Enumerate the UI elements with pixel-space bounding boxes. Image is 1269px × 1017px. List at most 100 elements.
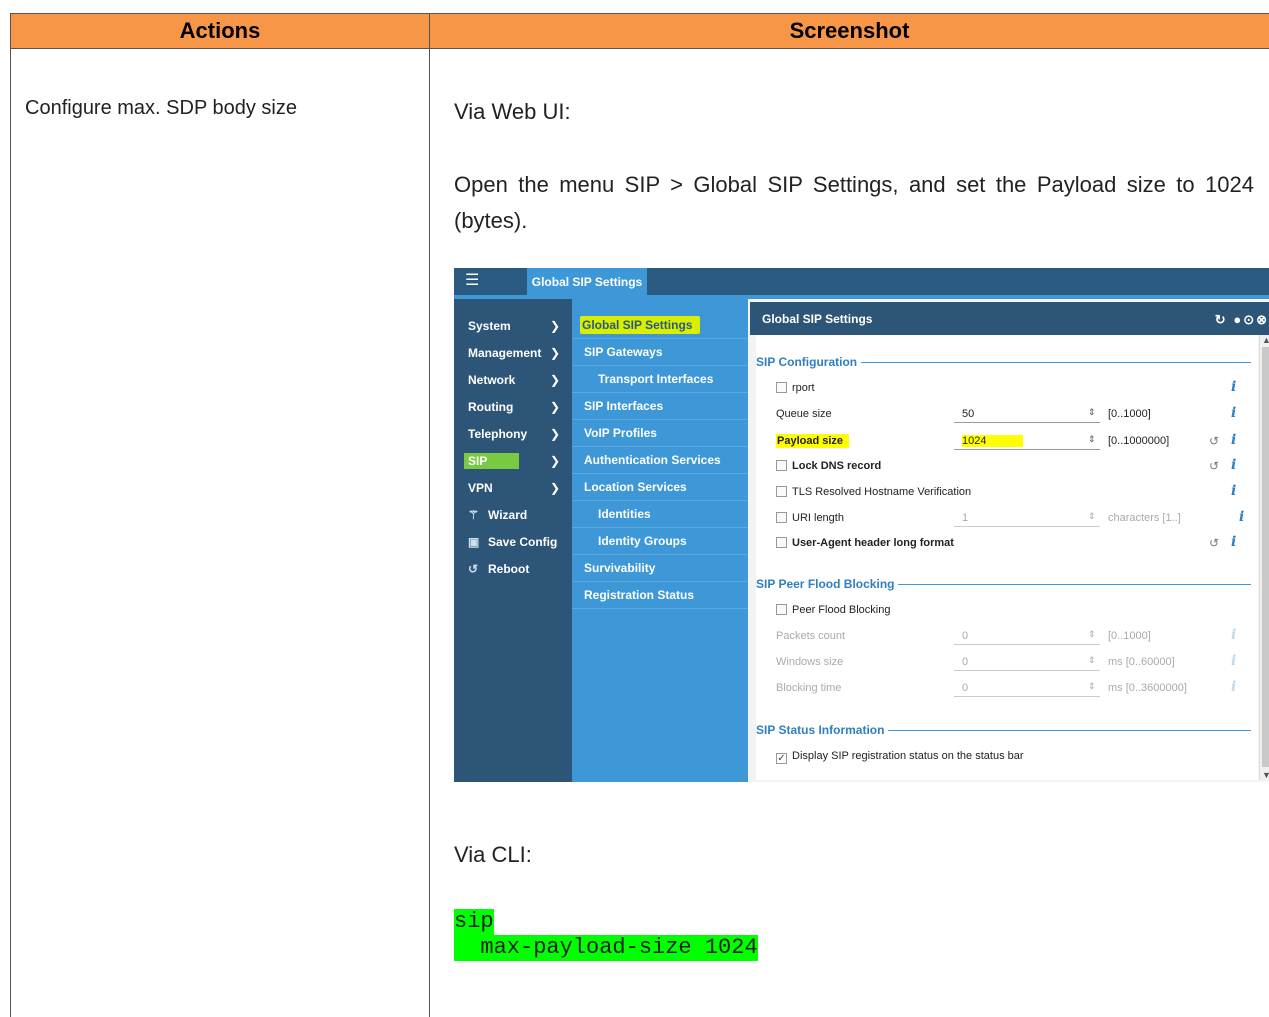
restore-icon[interactable]: ⊙ bbox=[1243, 312, 1256, 327]
ua-long-label[interactable]: User-Agent header long format bbox=[776, 537, 954, 549]
para-web-ui: Via Web UI: bbox=[454, 99, 571, 124]
info-icon[interactable]: i bbox=[1231, 379, 1236, 395]
uri-length-input[interactable]: 1 bbox=[954, 509, 1100, 527]
spinner-icon[interactable]: ⇕ bbox=[1088, 434, 1096, 445]
chevron-right-icon: ❯ bbox=[550, 345, 561, 360]
minimize-icon[interactable]: ● bbox=[1233, 312, 1243, 327]
cli-line-2: max-payload-size 1024 bbox=[454, 935, 758, 961]
info-icon[interactable]: i bbox=[1231, 534, 1236, 550]
display-status-label[interactable]: ✓ Display SIP registration status on the … bbox=[776, 750, 1024, 764]
reset-icon[interactable]: ↺ bbox=[1209, 459, 1219, 473]
uri-length-checkbox[interactable] bbox=[776, 512, 787, 523]
actions-cell: Configure max. SDP body size bbox=[11, 49, 430, 1017]
nav-system[interactable]: System ❯ bbox=[468, 312, 568, 339]
section-status-information: SIP Status Information bbox=[756, 723, 1251, 737]
field-label: Peer Flood Blocking bbox=[792, 604, 891, 616]
nav-identity-groups[interactable]: Identity Groups bbox=[572, 528, 748, 555]
nav-wizard[interactable]: ⚚ Wizard bbox=[468, 501, 568, 528]
tab-global-sip-settings[interactable]: Global SIP Settings bbox=[527, 268, 647, 295]
nav-label: Location Services bbox=[584, 480, 687, 494]
nav-identities[interactable]: Identities bbox=[572, 501, 748, 528]
nav-survivability[interactable]: Survivability bbox=[572, 555, 748, 582]
rport-checkbox[interactable] bbox=[776, 382, 787, 393]
nav-reboot[interactable]: ↺ Reboot bbox=[468, 555, 568, 582]
nav-label: Survivability bbox=[584, 561, 656, 575]
nav-transport-interfaces[interactable]: Transport Interfaces bbox=[572, 366, 748, 393]
info-icon[interactable]: i bbox=[1231, 405, 1236, 421]
blocking-time-input[interactable]: 0 bbox=[954, 679, 1100, 697]
hamburger-icon[interactable]: ☰ bbox=[465, 273, 479, 289]
field-label: Display SIP registration status on the s… bbox=[792, 750, 1024, 762]
action-text: Configure max. SDP body size bbox=[25, 97, 297, 119]
screenshot-cell: Via Web UI: Open the menu SIP > Global S… bbox=[430, 49, 1269, 1017]
nav-label: Identities bbox=[598, 507, 651, 521]
uri-length-label[interactable]: URI length bbox=[776, 512, 844, 524]
info-icon[interactable]: i bbox=[1231, 653, 1236, 669]
ui-topbar: ☰ Global SIP Settings bbox=[454, 268, 1269, 295]
info-icon[interactable]: i bbox=[1231, 432, 1236, 448]
reset-icon[interactable]: ↺ bbox=[1209, 434, 1219, 448]
instruction-table: Actions Screenshot Configure max. SDP bo… bbox=[10, 13, 1269, 1017]
header-screenshot: Screenshot bbox=[430, 14, 1269, 49]
nav-sip[interactable]: SIP ❯ bbox=[464, 447, 568, 474]
nav-network[interactable]: Network ❯ bbox=[468, 366, 568, 393]
nav-sip-interfaces[interactable]: SIP Interfaces bbox=[572, 393, 748, 420]
chevron-up-icon[interactable]: ▲ bbox=[1262, 335, 1269, 345]
nav-label: Registration Status bbox=[584, 588, 695, 602]
peer-flood-label[interactable]: Peer Flood Blocking bbox=[776, 604, 890, 616]
nav-telephony[interactable]: Telephony ❯ bbox=[468, 420, 568, 447]
close-icon[interactable]: ⊗ bbox=[1256, 312, 1269, 327]
web-ui-screenshot: ☰ Global SIP Settings System ❯ Management… bbox=[454, 268, 1269, 782]
section-label: SIP Peer Flood Blocking bbox=[756, 577, 899, 591]
tls-checkbox[interactable] bbox=[776, 486, 787, 497]
scroll-thumb[interactable] bbox=[1262, 347, 1269, 767]
info-icon[interactable]: i bbox=[1231, 483, 1236, 499]
lock-dns-checkbox[interactable] bbox=[776, 460, 787, 471]
payload-size-input[interactable]: 1024 bbox=[954, 432, 1100, 450]
windows-size-input[interactable]: 0 bbox=[954, 653, 1100, 671]
info-icon[interactable]: i bbox=[1231, 457, 1236, 473]
para-instructions: Open the menu SIP > Global SIP Settings,… bbox=[454, 172, 1254, 233]
rport-label[interactable]: rport bbox=[776, 382, 815, 394]
nav-global-sip-settings[interactable]: Global SIP Settings bbox=[572, 312, 748, 339]
info-icon[interactable]: i bbox=[1231, 679, 1236, 695]
spinner-icon[interactable]: ⇕ bbox=[1088, 511, 1096, 522]
nav-label: Wizard bbox=[488, 507, 528, 522]
wand-icon: ⚚ bbox=[468, 507, 479, 522]
chevron-down-icon[interactable]: ▼ bbox=[1262, 770, 1269, 780]
section-label: SIP Configuration bbox=[756, 355, 862, 369]
info-icon[interactable]: i bbox=[1231, 627, 1236, 643]
nav-sip-gateways[interactable]: SIP Gateways bbox=[572, 339, 748, 366]
refresh-icon[interactable]: ↻ bbox=[1215, 312, 1228, 327]
nav-label: Authentication Services bbox=[584, 453, 721, 467]
queue-size-input[interactable]: 50 bbox=[954, 405, 1100, 423]
panel-title: Global SIP Settings ↻ ●⊙⊗ bbox=[750, 302, 1269, 335]
nav-save-config[interactable]: ▣ Save Config bbox=[468, 528, 568, 555]
checkmark-icon[interactable]: ✓ bbox=[776, 753, 787, 764]
nav-registration-status[interactable]: Registration Status bbox=[572, 582, 748, 609]
nav-vpn[interactable]: VPN ❯ bbox=[468, 474, 568, 501]
row-ua-long-format: User-Agent header long format ↺ i bbox=[776, 534, 1256, 554]
nav-routing[interactable]: Routing ❯ bbox=[468, 393, 568, 420]
spinner-icon[interactable]: ⇕ bbox=[1088, 655, 1096, 666]
nav-location-services[interactable]: Location Services bbox=[572, 474, 748, 501]
spinner-icon[interactable]: ⇕ bbox=[1088, 407, 1096, 418]
nav-authentication-services[interactable]: Authentication Services bbox=[572, 447, 748, 474]
spinner-icon[interactable]: ⇕ bbox=[1088, 629, 1096, 640]
packets-count-input[interactable]: 0 bbox=[954, 627, 1100, 645]
chevron-right-icon: ❯ bbox=[550, 480, 561, 495]
peer-flood-checkbox[interactable] bbox=[776, 604, 787, 615]
section-sip-configuration: SIP Configuration bbox=[756, 355, 1251, 369]
field-label: Queue size bbox=[776, 408, 832, 420]
field-label: Windows size bbox=[776, 656, 844, 668]
spinner-icon[interactable]: ⇕ bbox=[1088, 681, 1096, 692]
panel-scrollbar[interactable]: ▲ ▼ bbox=[1259, 335, 1269, 780]
range-text: ms [0..3600000] bbox=[1108, 682, 1187, 694]
reset-icon[interactable]: ↺ bbox=[1209, 536, 1219, 550]
lock-dns-label[interactable]: Lock DNS record bbox=[776, 460, 881, 472]
nav-management[interactable]: Management ❯ bbox=[468, 339, 568, 366]
info-icon[interactable]: i bbox=[1239, 509, 1244, 525]
ua-long-checkbox[interactable] bbox=[776, 537, 787, 548]
tls-label[interactable]: TLS Resolved Hostname Verification bbox=[776, 486, 971, 498]
nav-voip-profiles[interactable]: VoIP Profiles bbox=[572, 420, 748, 447]
